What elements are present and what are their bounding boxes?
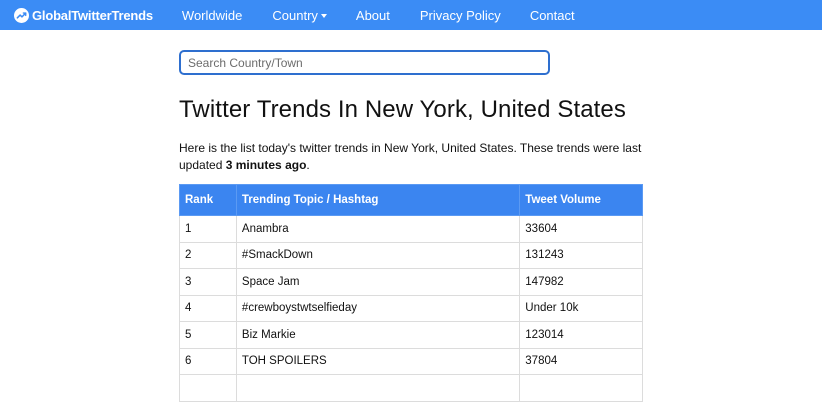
table-row: 3 Space Jam 147982 xyxy=(179,268,643,296)
table-row: 2 #SmackDown 131243 xyxy=(179,241,643,269)
volume-cell: 37804 xyxy=(519,347,643,375)
top-navbar: GlobalTwitterTrends Worldwide Country Ab… xyxy=(0,0,822,30)
nav-link-worldwide[interactable]: Worldwide xyxy=(182,8,242,23)
topic-cell[interactable]: #SmackDown xyxy=(235,241,521,269)
rank-cell: 6 xyxy=(179,347,237,375)
rank-cell xyxy=(179,374,237,402)
trends-table: Rank Trending Topic / Hashtag Tweet Volu… xyxy=(179,184,643,402)
nav-link-country-dropdown[interactable]: Country xyxy=(272,8,327,23)
topic-cell[interactable]: Space Jam xyxy=(235,268,521,296)
volume-cell xyxy=(519,374,643,402)
topic-cell[interactable]: Anambra xyxy=(235,215,521,243)
nav-link-about[interactable]: About xyxy=(356,8,390,23)
table-row: 1 Anambra 33604 xyxy=(179,215,643,243)
table-row: 5 Biz Markie 123014 xyxy=(179,321,643,349)
topic-cell[interactable]: #crewboystwtselfieday xyxy=(235,294,521,322)
volume-cell: 131243 xyxy=(519,241,643,269)
topic-cell[interactable]: TOH SPOILERS xyxy=(235,347,521,375)
rank-cell: 1 xyxy=(179,215,237,243)
intro-paragraph: Here is the list today's twitter trends … xyxy=(179,140,649,174)
nav-link-country-label: Country xyxy=(272,7,318,23)
updated-ago: 3 minutes ago xyxy=(225,158,307,172)
nav-link-privacy-policy[interactable]: Privacy Policy xyxy=(420,8,501,23)
page-title: Twitter Trends In New York, United State… xyxy=(179,96,626,123)
rank-cell: 5 xyxy=(179,321,237,349)
topic-cell[interactable] xyxy=(235,374,521,402)
table-header-row: Rank Trending Topic / Hashtag Tweet Volu… xyxy=(179,184,643,216)
table-row: 4 #crewboystwtselfieday Under 10k xyxy=(179,294,643,322)
nav-links: Worldwide Country About Privacy Policy C… xyxy=(182,8,575,23)
trending-up-icon xyxy=(14,7,29,23)
rank-cell: 4 xyxy=(179,294,237,322)
volume-cell: 33604 xyxy=(519,215,643,243)
nav-link-contact[interactable]: Contact xyxy=(530,8,575,23)
rank-cell: 2 xyxy=(179,241,237,269)
volume-cell: 147982 xyxy=(519,268,643,296)
table-row xyxy=(179,374,643,402)
volume-cell: Under 10k xyxy=(519,294,643,322)
column-header-volume: Tweet Volume xyxy=(519,184,643,216)
caret-down-icon xyxy=(320,13,327,18)
brand-link[interactable]: GlobalTwitterTrends xyxy=(14,7,153,23)
brand-name: GlobalTwitterTrends xyxy=(32,7,153,23)
table-row: 6 TOH SPOILERS 37804 xyxy=(179,347,643,375)
topic-cell[interactable]: Biz Markie xyxy=(235,321,521,349)
volume-cell: 123014 xyxy=(519,321,643,349)
rank-cell: 3 xyxy=(179,268,237,296)
column-header-topic: Trending Topic / Hashtag xyxy=(235,184,521,216)
intro-end: . xyxy=(306,158,310,172)
column-header-rank: Rank xyxy=(179,184,237,216)
search-input[interactable] xyxy=(179,50,550,75)
